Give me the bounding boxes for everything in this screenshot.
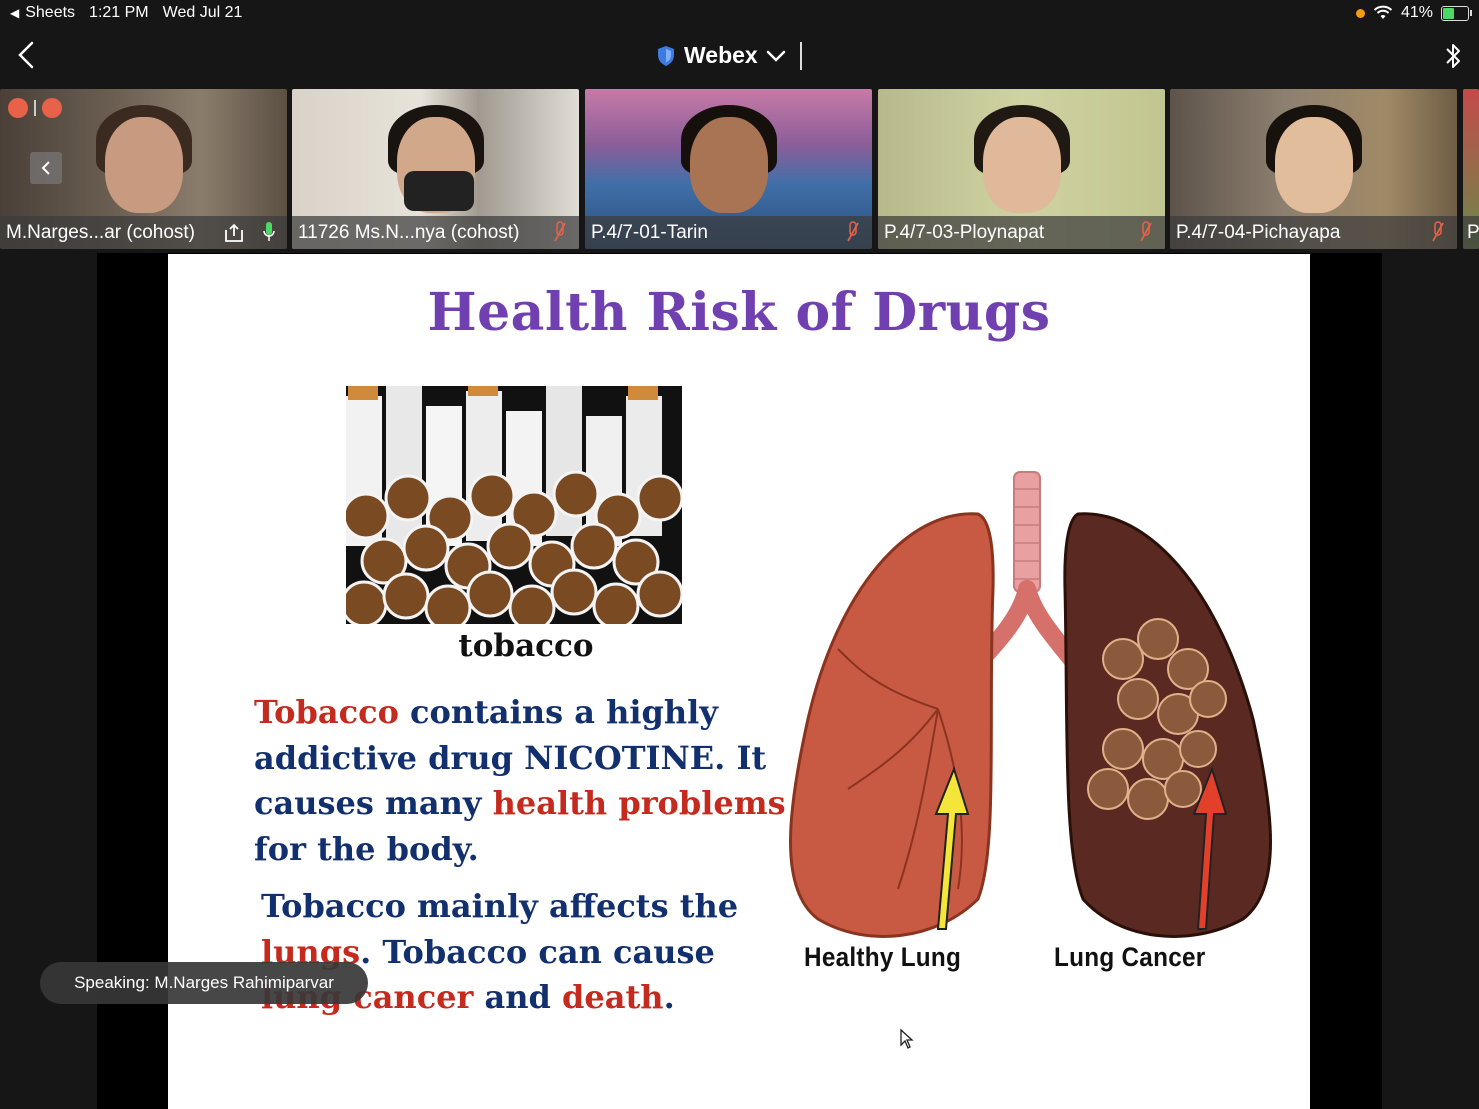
text-death: death (562, 978, 664, 1016)
participant-tile[interactable]: P (1463, 89, 1479, 249)
slide-paragraph-1: Tobacco contains a highly addictive drug… (254, 690, 794, 872)
chevron-left-icon[interactable] (14, 40, 38, 70)
back-app-label[interactable]: Sheets (25, 4, 75, 22)
host-badge-icon (42, 98, 62, 118)
participant-tile[interactable]: P.4/7-04-Pichayapa (1170, 89, 1457, 249)
app-name: Webex (684, 42, 758, 68)
battery-percent: 41% (1400, 4, 1433, 21)
chevron-down-icon (766, 50, 785, 62)
chevron-left-icon (41, 161, 50, 175)
participant-name: P.4/7-04-Pichayapa (1176, 221, 1341, 243)
participant-name: 11726 Ms.N...nya (cohost) (298, 221, 520, 243)
strip-prev-button[interactable] (30, 152, 62, 184)
mic-on-icon (263, 222, 275, 241)
mic-muted-icon (1140, 221, 1152, 242)
text-tobacco: Tobacco (254, 693, 399, 731)
cigarettes-image (346, 386, 682, 624)
participant-name: P.4/7-03-Ploynapat (884, 221, 1045, 243)
participant-tile[interactable]: P.4/7-01-Tarin (585, 89, 872, 249)
text-mainly-affects: Tobacco mainly affects the (261, 887, 739, 925)
label-healthy-lung: Healthy Lung (804, 942, 962, 972)
text-for-body: for the body. (254, 829, 479, 868)
muted-badge-icon (8, 98, 28, 118)
speaking-indicator: Speaking: M.Narges Rahimiparvar (40, 962, 368, 1004)
participant-name: P.4/7-01-Tarin (591, 221, 708, 243)
pointer-cursor-icon (900, 1028, 914, 1049)
recording-indicator-icon (1355, 8, 1365, 18)
text-health-problems: health problems (492, 784, 786, 822)
mic-muted-icon (554, 221, 566, 242)
share-icon (225, 223, 243, 242)
participant-strip: M.Narges...ar (cohost) 11726 Ms.N...nya … (0, 89, 1479, 249)
meeting-app-menu[interactable]: Webex (656, 42, 786, 69)
participant-tile[interactable]: 11726 Ms.N...nya (cohost) (292, 89, 579, 249)
status-bar: ◀ Sheets 1:21 PM Wed Jul 21 41% (0, 0, 1479, 26)
text-and: and (473, 978, 563, 1016)
mic-muted-icon (847, 221, 859, 242)
battery-icon (1441, 5, 1472, 21)
title-divider (800, 42, 802, 70)
slide-title: Health Risk of Drugs (427, 282, 1051, 343)
mic-muted-icon (1432, 221, 1444, 242)
shield-icon (658, 45, 674, 66)
speaking-text: Speaking: M.Narges Rahimiparvar (74, 973, 334, 992)
participant-tile[interactable]: P.4/7-03-Ploynapat (878, 89, 1165, 249)
image-caption: tobacco (458, 628, 594, 664)
status-date: Wed Jul 21 (162, 4, 243, 21)
text-period: . (663, 978, 675, 1016)
text-can-cause: . Tobacco can cause (360, 932, 715, 971)
title-bar: Webex (0, 30, 1479, 82)
wifi-icon (1373, 5, 1393, 19)
participant-tile[interactable]: M.Narges...ar (cohost) (0, 89, 287, 249)
participant-name: M.Narges...ar (cohost) (6, 221, 195, 243)
status-time: 1:21 PM (89, 4, 149, 21)
back-to-app-icon[interactable]: ◀ (10, 6, 19, 20)
bluetooth-icon[interactable] (1443, 40, 1463, 72)
participant-name: P (1467, 221, 1479, 243)
label-lung-cancer: Lung Cancer (1054, 942, 1206, 972)
face-mask (404, 171, 474, 211)
